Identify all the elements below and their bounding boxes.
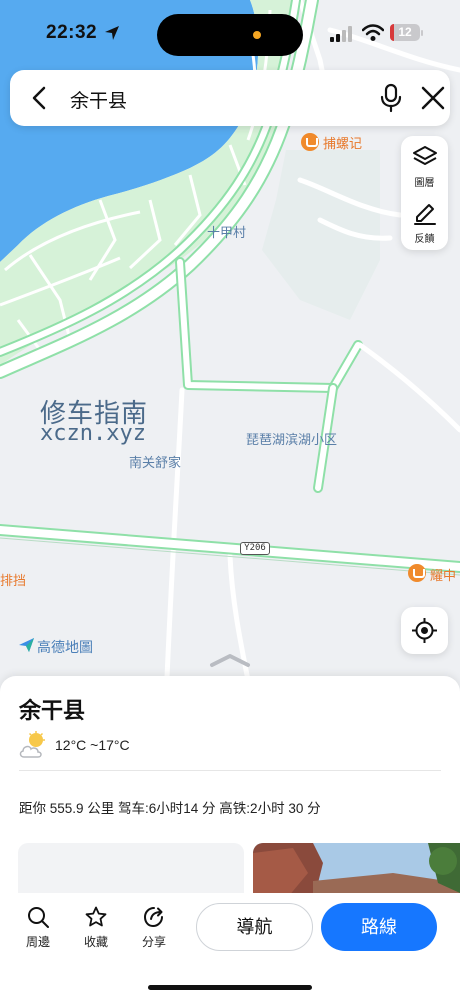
search-bar: 余干县: [10, 70, 450, 126]
restaurant-icon[interactable]: [408, 564, 426, 582]
distance-info: 距你 555.9 公里 驾车:6小时14 分 高铁:2小时 30 分: [19, 801, 321, 816]
sheet-expand-chevron-icon[interactable]: [208, 652, 252, 668]
search-input[interactable]: 余干县: [70, 86, 127, 113]
amap-logo-icon: [19, 638, 34, 652]
battery-level-text: 12: [398, 25, 412, 39]
poi-paidang-label[interactable]: 排挡: [0, 570, 26, 589]
nearby-label: 周邊: [25, 935, 50, 949]
close-icon[interactable]: [420, 85, 446, 111]
share-label: 分享: [141, 935, 166, 949]
share-button[interactable]: 分享: [134, 906, 174, 952]
feedback-label: 反饋: [414, 234, 435, 245]
community-nanguan-label: 南关舒家: [129, 455, 182, 470]
dynamic-island: [157, 14, 303, 56]
cellular-signal-icon: [330, 26, 352, 42]
status-time: 22:32: [46, 22, 98, 43]
share-icon: [143, 907, 163, 928]
edit-pencil-icon: [414, 204, 436, 225]
route-button[interactable]: 路線: [321, 903, 437, 951]
amap-provider-label: 高德地圖: [37, 639, 93, 655]
poi-yaozhong-label[interactable]: 耀中: [430, 565, 456, 584]
crosshair-icon: [412, 618, 437, 643]
wifi-icon: [362, 24, 384, 41]
place-title: 余干县: [19, 698, 86, 723]
layers-button[interactable]: 圖層: [401, 138, 448, 194]
nearby-button[interactable]: 周邊: [18, 906, 58, 952]
battery-cap: [421, 30, 423, 36]
restaurant-icon[interactable]: [301, 133, 319, 151]
status-bar: 22:32 12: [0, 0, 460, 64]
map-tools-panel: 圖層 反饋: [401, 136, 448, 250]
divider: [19, 770, 441, 771]
village-shijia-label: 十甲村: [207, 225, 247, 240]
poi-bulouji-label[interactable]: 捕螺记: [323, 133, 362, 152]
partly-cloudy-icon: [19, 731, 45, 758]
favorite-label: 收藏: [83, 935, 108, 949]
home-indicator: [148, 985, 312, 990]
battery-icon: 12: [390, 24, 420, 41]
search-icon: [28, 907, 49, 928]
location-arrow-icon: [105, 26, 119, 40]
weather-temperature: 12°C ~17°C: [55, 737, 130, 753]
layers-label: 圖層: [414, 178, 435, 189]
road-code-badge: Y206: [240, 542, 270, 555]
navigate-button[interactable]: 導航: [196, 903, 313, 951]
favorite-button[interactable]: 收藏: [76, 906, 116, 952]
layers-icon: [413, 146, 437, 165]
star-icon: [85, 906, 107, 927]
watermark-url: xczn.xyz: [40, 421, 146, 446]
island-indicator-dot: [253, 31, 261, 39]
feedback-button[interactable]: 反饋: [401, 194, 448, 250]
microphone-icon[interactable]: [377, 83, 405, 113]
community-pipa-label: 琵琶湖滨湖小区: [246, 432, 338, 447]
locate-me-button[interactable]: [401, 607, 448, 654]
back-arrow-icon[interactable]: [26, 84, 54, 112]
